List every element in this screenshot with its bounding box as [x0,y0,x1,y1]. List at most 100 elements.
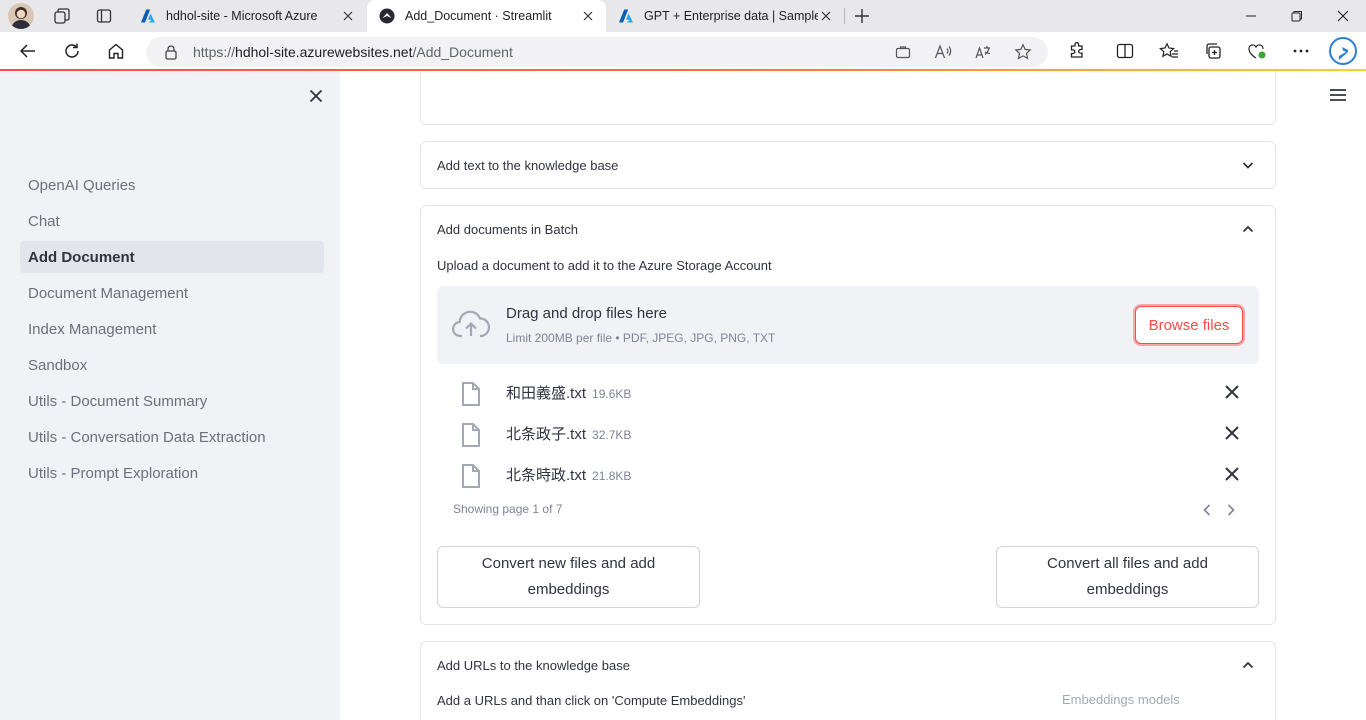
sidebar-item-openai-queries[interactable]: OpenAI Queries [20,169,324,201]
uploaded-file-row: 和田義盛.txt 19.6KB [437,374,1259,410]
expander-title: Add text to the knowledge base [437,157,619,173]
azure-icon [618,8,634,24]
chevron-up-icon [1242,225,1254,233]
close-tab-icon[interactable] [580,8,596,24]
sidebar-item-index-management[interactable]: Index Management [20,313,324,345]
tab-label: Add_Document · Streamlit [405,9,552,23]
close-window-button[interactable] [1320,0,1366,32]
expander-title: Add documents in Batch [437,221,578,237]
convert-all-files-button[interactable]: Convert all files and add embeddings [996,546,1259,608]
url-path: /Add_Document [412,44,513,60]
file-name: 北条時政.txt [506,467,587,484]
file-name: 北条政子.txt [506,426,587,443]
main-menu-icon[interactable] [1326,85,1350,105]
sidebar-item-sandbox[interactable]: Sandbox [20,349,324,381]
file-icon [462,423,480,447]
tab-separator [844,8,845,24]
file-name-group: 北条時政.txt 21.8KB [506,464,631,485]
expander-header[interactable]: Add text to the knowledge base [421,142,1275,188]
sidebar-item-prompt-exploration[interactable]: Utils - Prompt Exploration [20,457,324,489]
new-tab-button[interactable] [850,4,874,28]
url-text[interactable]: https://hdhol-site.azurewebsites.net/Add… [193,44,513,60]
sidebar: OpenAI Queries Chat Add Document Documen… [0,71,340,720]
azure-icon [140,8,156,24]
remove-file-icon[interactable] [1223,465,1241,483]
url-host: hdhol-site.azurewebsites.net [235,44,413,60]
collections-icon[interactable] [1202,41,1224,61]
back-icon[interactable] [15,39,41,63]
restore-button[interactable] [1274,0,1320,32]
browse-files-button[interactable]: Browse files [1135,306,1243,344]
address-bar[interactable]: https://hdhol-site.azurewebsites.net/Add… [146,37,1048,67]
app-available-icon[interactable] [894,43,912,61]
expander-add-urls: Add URLs to the knowledge base Add a URL… [420,641,1276,720]
next-page-icon[interactable] [1223,502,1239,518]
translate-icon[interactable] [974,43,992,61]
expander-title: Add URLs to the knowledge base [437,657,630,673]
chevron-up-icon [1242,661,1254,669]
tab-label: hdhol-site - Microsoft Azure [166,9,318,23]
uploaded-file-row: 北条政子.txt 32.7KB [437,415,1259,451]
close-tab-icon[interactable] [340,8,356,24]
file-name-group: 北条政子.txt 32.7KB [506,423,631,444]
sidebar-item-conversation-data-extraction[interactable]: Utils - Conversation Data Extraction [20,421,324,453]
favorites-icon[interactable] [1158,41,1180,61]
expander-add-text[interactable]: Add text to the knowledge base [420,141,1276,189]
upload-help-text: Upload a document to add it to the Azure… [437,258,772,273]
browser-essentials-icon[interactable] [1246,41,1268,61]
sidebar-item-chat[interactable]: Chat [20,205,324,237]
profile-avatar[interactable] [8,3,34,29]
tab-gpt-enterprise[interactable]: GPT + Enterprise data | Sample [606,0,844,32]
minimize-button[interactable] [1228,0,1274,32]
convert-new-files-button[interactable]: Convert new files and add embeddings [437,546,700,608]
file-dropzone[interactable]: Drag and drop files here Limit 200MB per… [437,286,1259,364]
tab-label: GPT + Enterprise data | Sample [644,9,818,23]
expander-header[interactable]: Add documents in Batch [421,206,1275,252]
urls-help-text: Add a URLs and than click on 'Compute Em… [437,693,746,708]
close-tab-icon[interactable] [818,8,834,24]
remove-file-icon[interactable] [1223,383,1241,401]
tab-actions-icon[interactable] [90,4,118,28]
file-icon [462,464,480,488]
file-size: 19.6KB [592,387,632,401]
file-name-group: 和田義盛.txt 19.6KB [506,382,631,403]
uploaded-file-row: 北条時政.txt 21.8KB [437,456,1259,492]
browser-tab-bar: hdhol-site - Microsoft Azure Add_Documen… [0,0,1366,32]
bing-copilot-icon[interactable] [1328,36,1358,66]
workspaces-icon[interactable] [48,4,76,28]
previous-expander [420,71,1276,125]
streamlit-icon [379,8,395,24]
sidebar-item-document-management[interactable]: Document Management [20,277,324,309]
file-name: 和田義盛.txt [506,385,587,402]
dropzone-limits: Limit 200MB per file • PDF, JPEG, JPG, P… [506,331,776,345]
refresh-icon[interactable] [59,39,85,63]
split-screen-icon[interactable] [1114,41,1136,61]
close-sidebar-icon[interactable] [305,85,327,107]
previous-page-icon[interactable] [1199,502,1215,518]
lock-icon[interactable] [162,43,180,61]
sidebar-item-add-document[interactable]: Add Document [20,241,324,273]
pagination-text: Showing page 1 of 7 [453,502,563,516]
file-icon [462,382,480,406]
sidebar-nav: OpenAI Queries Chat Add Document Documen… [20,169,324,493]
expander-add-documents-batch: Add documents in Batch Upload a document… [420,205,1276,625]
home-icon[interactable] [103,39,129,63]
remove-file-icon[interactable] [1223,424,1241,442]
more-options-icon[interactable] [1290,41,1312,61]
extensions-icon[interactable] [1066,41,1088,61]
main-content: Add text to the knowledge base Add docum… [340,71,1366,720]
file-size: 21.8KB [592,469,632,483]
expander-header[interactable]: Add URLs to the knowledge base [421,642,1275,688]
cloud-upload-icon [452,310,490,338]
dropzone-title: Drag and drop files here [506,305,667,322]
tab-streamlit[interactable]: Add_Document · Streamlit [367,0,606,32]
address-toolbar: https://hdhol-site.azurewebsites.net/Add… [0,32,1366,70]
favorite-star-icon[interactable] [1014,43,1032,61]
file-size: 32.7KB [592,428,632,442]
tab-azure[interactable]: hdhol-site - Microsoft Azure [128,0,366,32]
url-scheme: https:// [193,44,236,60]
embeddings-models-label: Embeddings models [1062,692,1180,707]
read-aloud-icon[interactable] [934,43,952,61]
chevron-down-icon [1242,162,1254,169]
sidebar-item-document-summary[interactable]: Utils - Document Summary [20,385,324,417]
